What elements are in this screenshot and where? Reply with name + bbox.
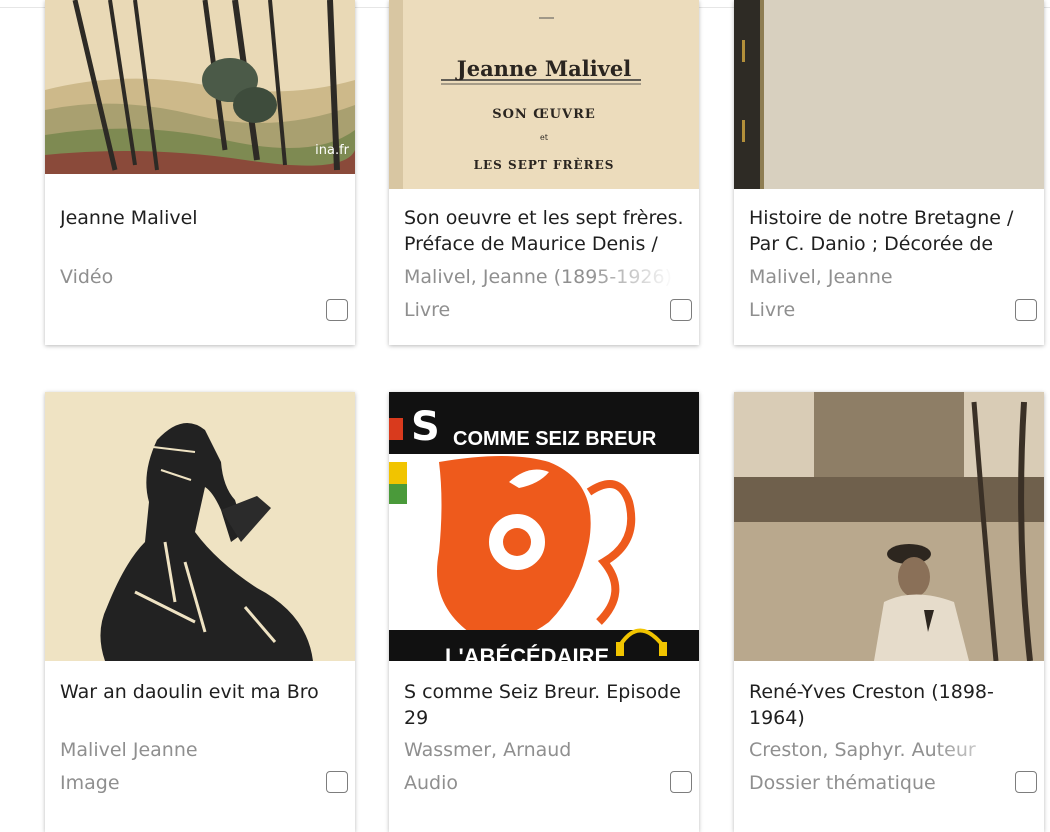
- cover-title: Jeanne Malivel: [456, 56, 632, 81]
- book-cover-thumbnail: [734, 0, 1044, 189]
- card-author: Wassmer, Arnaud: [404, 739, 572, 761]
- woodcut-print-thumbnail: [45, 392, 355, 661]
- card-type: Audio: [404, 772, 459, 794]
- card-title[interactable]: Histoire de notre Bretagne / Par C. Dani…: [749, 205, 1035, 261]
- card-title[interactable]: S comme Seiz Breur. Episode 29: [404, 679, 690, 731]
- card-thumbnail[interactable]: S COMME SEIZ BREUR L'ABÉCÉDAIRE: [389, 392, 699, 661]
- select-checkbox[interactable]: [326, 771, 348, 793]
- result-card[interactable]: S COMME SEIZ BREUR L'ABÉCÉDAIRE S comme …: [389, 392, 699, 832]
- result-card[interactable]: René-Yves Creston (1898-1964) Creston, S…: [734, 392, 1044, 832]
- select-checkbox[interactable]: [326, 299, 348, 321]
- card-type: Image: [60, 772, 120, 794]
- result-card[interactable]: Histoire de notre Bretagne / Par C. Dani…: [734, 0, 1044, 345]
- select-checkbox[interactable]: [670, 299, 692, 321]
- cover-line-2: et: [540, 133, 548, 142]
- card-title[interactable]: Jeanne Malivel: [60, 205, 346, 231]
- card-author: Malivel Jeanne: [60, 739, 198, 761]
- card-title[interactable]: War an daoulin evit ma Bro: [60, 679, 346, 705]
- card-thumbnail[interactable]: [45, 392, 355, 661]
- banner-bottom: L'ABÉCÉDAIRE: [445, 644, 610, 661]
- card-type: Livre: [749, 299, 796, 321]
- card-type: Dossier thématique: [749, 772, 936, 794]
- sepia-photo-thumbnail: [734, 392, 1044, 661]
- result-card[interactable]: ina.fr Jeanne Malivel Vidéo: [45, 0, 355, 345]
- card-author: Malivel, Jeanne: [749, 266, 893, 288]
- card-author: Malivel, Jeanne (1895-1926): [404, 266, 673, 288]
- card-thumbnail[interactable]: Jeanne Malivel SON ŒUVRE et LES SEPT FRÈ…: [389, 0, 699, 189]
- cover-line-3: LES SEPT FRÈRES: [473, 158, 615, 172]
- select-checkbox[interactable]: [1015, 771, 1037, 793]
- card-author: Creston, Saphyr. Auteur: [749, 739, 976, 761]
- card-thumbnail[interactable]: [734, 392, 1044, 661]
- card-title[interactable]: René-Yves Creston (1898-1964): [749, 679, 1035, 731]
- banner-letter: S: [411, 404, 440, 450]
- landscape-painting-thumbnail: [45, 0, 355, 174]
- watermark-label: ina.fr: [315, 143, 349, 158]
- cover-line-1: SON ŒUVRE: [492, 107, 596, 122]
- card-type: Livre: [404, 299, 451, 321]
- result-card[interactable]: Jeanne Malivel SON ŒUVRE et LES SEPT FRÈ…: [389, 0, 699, 345]
- banner-title: COMME SEIZ BREUR: [453, 428, 657, 450]
- card-thumbnail[interactable]: ina.fr: [45, 0, 355, 174]
- card-thumbnail[interactable]: [734, 0, 1044, 189]
- result-card[interactable]: War an daoulin evit ma Bro Malivel Jeann…: [45, 392, 355, 832]
- select-checkbox[interactable]: [1015, 299, 1037, 321]
- card-type: Vidéo: [60, 266, 114, 288]
- card-title[interactable]: Son oeuvre et les sept frères. Préface d…: [404, 205, 690, 263]
- select-checkbox[interactable]: [670, 771, 692, 793]
